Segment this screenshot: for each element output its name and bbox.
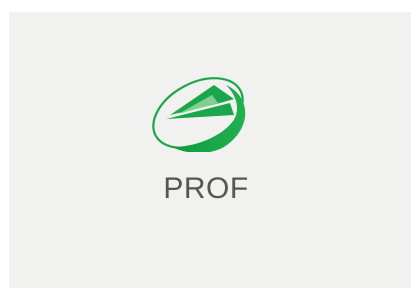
logo-card: PROF [9,12,411,288]
green-mountain-oval-icon [152,77,246,152]
brand-name: PROF [163,172,249,205]
